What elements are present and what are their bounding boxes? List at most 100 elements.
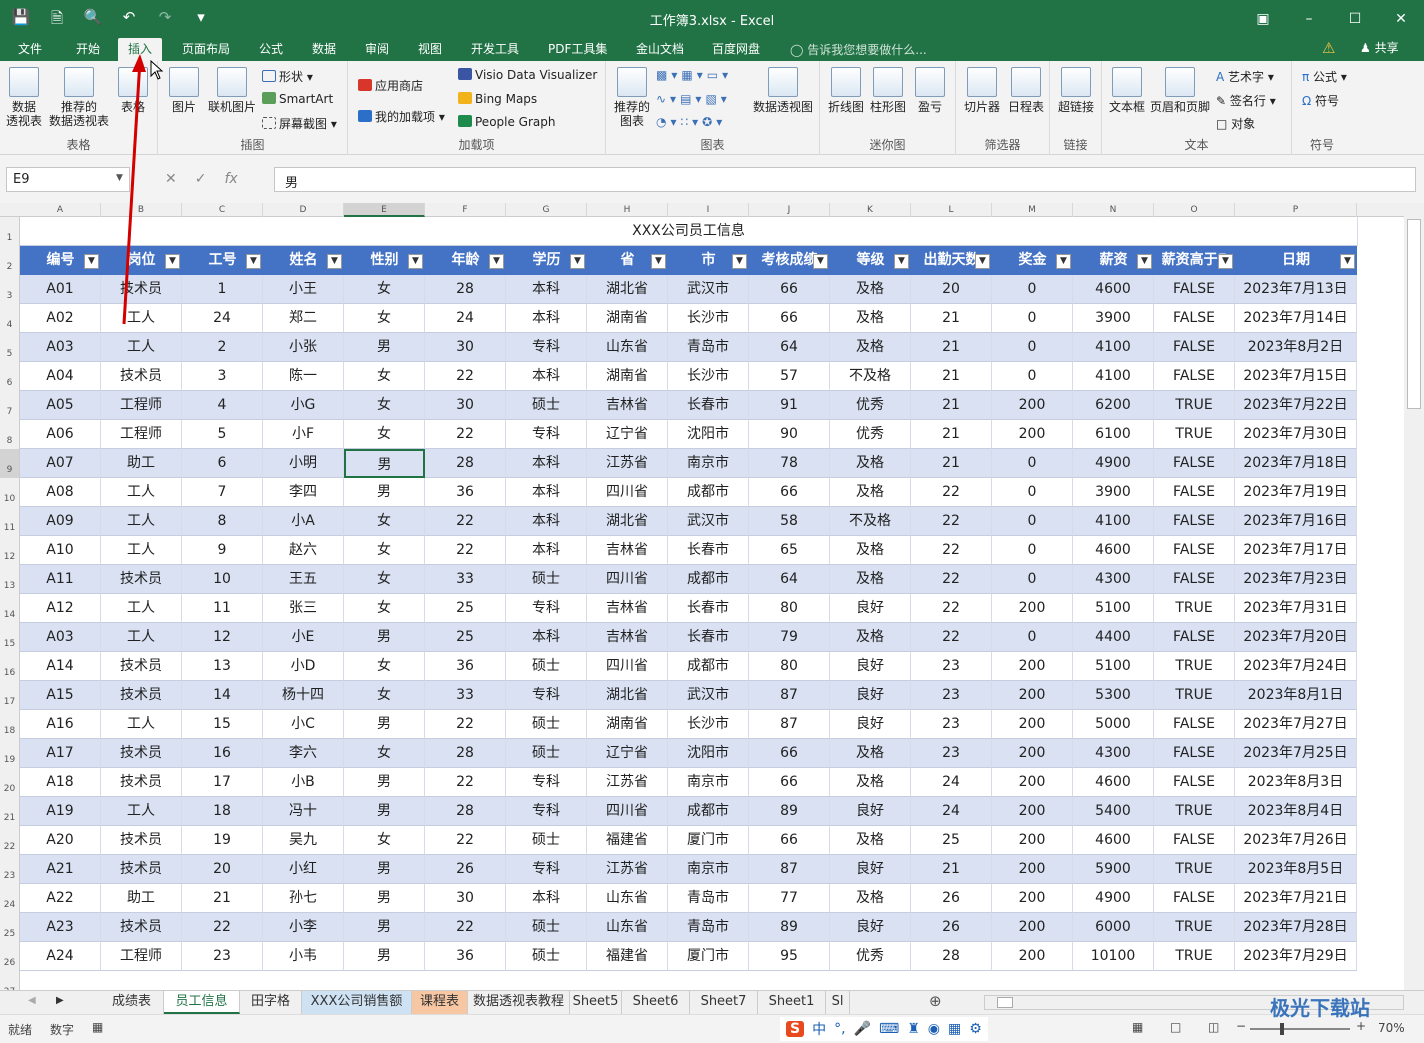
- table-cell[interactable]: 23: [911, 710, 992, 739]
- close-icon[interactable]: ✕: [1378, 0, 1424, 37]
- table-cell[interactable]: 20: [182, 855, 263, 884]
- filter-dropdown-icon[interactable]: ▼: [813, 254, 828, 269]
- table-cell[interactable]: 80: [749, 594, 830, 623]
- page-break-view-icon[interactable]: ◫: [1208, 1020, 1219, 1034]
- sheet-tab[interactable]: 员工信息: [164, 991, 240, 1014]
- store-button[interactable]: 应用商店: [358, 77, 423, 94]
- microphone-icon[interactable]: 🎤: [854, 1021, 871, 1037]
- table-cell[interactable]: 0: [992, 623, 1073, 652]
- table-cell[interactable]: 男: [344, 710, 425, 739]
- table-cell[interactable]: 不及格: [830, 507, 911, 536]
- filter-dropdown-icon[interactable]: ▼: [165, 254, 180, 269]
- table-cell[interactable]: A24: [20, 942, 101, 971]
- table-cell[interactable]: 2023年7月28日: [1235, 913, 1357, 942]
- table-cell[interactable]: 及格: [830, 565, 911, 594]
- table-cell[interactable]: 16: [182, 739, 263, 768]
- table-cell[interactable]: 陈一: [263, 362, 344, 391]
- table-cell[interactable]: 24: [182, 304, 263, 333]
- table-cell[interactable]: 24: [911, 768, 992, 797]
- table-cell[interactable]: 四川省: [587, 565, 668, 594]
- filter-dropdown-icon[interactable]: ▼: [975, 254, 990, 269]
- table-cell[interactable]: 湖南省: [587, 362, 668, 391]
- table-cell[interactable]: 87: [749, 855, 830, 884]
- table-cell[interactable]: 湖北省: [587, 507, 668, 536]
- table-cell[interactable]: 7: [182, 478, 263, 507]
- table-cell[interactable]: 良好: [830, 652, 911, 681]
- table-cell[interactable]: 女: [344, 565, 425, 594]
- table-cell[interactable]: 4900: [1073, 884, 1154, 913]
- table-cell[interactable]: FALSE: [1154, 565, 1235, 594]
- table-cell[interactable]: 小李: [263, 913, 344, 942]
- filter-dropdown-icon[interactable]: ▼: [408, 254, 423, 269]
- table-cell[interactable]: 2023年7月16日: [1235, 507, 1357, 536]
- table-cell[interactable]: 200: [992, 855, 1073, 884]
- table-cell[interactable]: 本科: [506, 884, 587, 913]
- table-cell[interactable]: A17: [20, 739, 101, 768]
- table-cell[interactable]: 男: [344, 333, 425, 362]
- table-cell[interactable]: 64: [749, 565, 830, 594]
- table-cell[interactable]: 郑二: [263, 304, 344, 333]
- table-cell[interactable]: 23: [182, 942, 263, 971]
- macro-record-icon[interactable]: ▦: [92, 1020, 103, 1034]
- table-cell[interactable]: 小张: [263, 333, 344, 362]
- row-header[interactable]: 24: [0, 884, 20, 913]
- worksheet-grid[interactable]: ABCDEFGHIJKLMNOP 1 2 3 4 5 6 7 8 9 10 11 12 13 14 15 16…: [0, 203, 1404, 990]
- table-cell[interactable]: 良好: [830, 681, 911, 710]
- table-cell[interactable]: A10: [20, 536, 101, 565]
- table-cell[interactable]: 良好: [830, 710, 911, 739]
- table-cell[interactable]: 21: [911, 420, 992, 449]
- table-header-cell[interactable]: 省 ▼: [587, 246, 668, 275]
- sparkline-line-button[interactable]: 折线图: [826, 67, 866, 114]
- row-header[interactable]: 18: [0, 710, 20, 739]
- table-cell[interactable]: 2023年7月13日: [1235, 275, 1357, 304]
- table-cell[interactable]: 长沙市: [668, 710, 749, 739]
- table-cell[interactable]: 200: [992, 681, 1073, 710]
- table-cell[interactable]: FALSE: [1154, 304, 1235, 333]
- table-cell[interactable]: 江苏省: [587, 449, 668, 478]
- table-cell[interactable]: 工人: [101, 710, 182, 739]
- screenshot-button[interactable]: 屏幕截图 ▾: [262, 115, 337, 132]
- table-cell[interactable]: 技术员: [101, 652, 182, 681]
- table-cell[interactable]: 66: [749, 478, 830, 507]
- table-cell[interactable]: 1: [182, 275, 263, 304]
- table-cell[interactable]: 福建省: [587, 942, 668, 971]
- table-cell[interactable]: FALSE: [1154, 710, 1235, 739]
- table-cell[interactable]: 21: [911, 333, 992, 362]
- table-cell[interactable]: 25: [425, 623, 506, 652]
- table-cell[interactable]: 女: [344, 652, 425, 681]
- table-cell[interactable]: 2023年8月3日: [1235, 768, 1357, 797]
- table-cell[interactable]: 青岛市: [668, 913, 749, 942]
- sheet-tab[interactable]: Sheet1: [758, 991, 826, 1014]
- skin-icon[interactable]: ♜: [907, 1021, 920, 1037]
- table-cell[interactable]: FALSE: [1154, 623, 1235, 652]
- symbol-button[interactable]: Ω 符号: [1302, 92, 1339, 109]
- table-cell[interactable]: 吉林省: [587, 391, 668, 420]
- filter-dropdown-icon[interactable]: ▼: [570, 254, 585, 269]
- table-cell[interactable]: 200: [992, 884, 1073, 913]
- table-cell[interactable]: A06: [20, 420, 101, 449]
- table-cell[interactable]: 5: [182, 420, 263, 449]
- table-cell[interactable]: 硕士: [506, 913, 587, 942]
- table-cell[interactable]: TRUE: [1154, 652, 1235, 681]
- table-cell[interactable]: 58: [749, 507, 830, 536]
- tab-pdf-tools[interactable]: PDF工具集: [548, 40, 607, 57]
- bing-maps-button[interactable]: Bing Maps: [458, 92, 537, 106]
- table-cell[interactable]: 79: [749, 623, 830, 652]
- cancel-icon[interactable]: ✕: [165, 171, 177, 187]
- table-cell[interactable]: 吴九: [263, 826, 344, 855]
- my-addins-button[interactable]: 我的加载项 ▾: [358, 108, 445, 125]
- row-header[interactable]: 9: [0, 449, 20, 478]
- table-cell[interactable]: TRUE: [1154, 681, 1235, 710]
- table-cell[interactable]: 2023年8月4日: [1235, 797, 1357, 826]
- table-cell[interactable]: 2023年7月31日: [1235, 594, 1357, 623]
- row-header[interactable]: 7: [0, 391, 20, 420]
- sparkline-column-button[interactable]: 柱形图: [868, 67, 908, 114]
- table-cell[interactable]: 28: [425, 275, 506, 304]
- table-cell[interactable]: 2023年7月15日: [1235, 362, 1357, 391]
- table-cell[interactable]: 专科: [506, 855, 587, 884]
- table-cell[interactable]: 优秀: [830, 420, 911, 449]
- table-header-cell[interactable]: 工号 ▼: [182, 246, 263, 275]
- column-header[interactable]: M: [992, 203, 1073, 217]
- table-header-cell[interactable]: 等级 ▼: [830, 246, 911, 275]
- column-chart-menu[interactable]: ▩▾▦▾▭▾: [656, 68, 732, 82]
